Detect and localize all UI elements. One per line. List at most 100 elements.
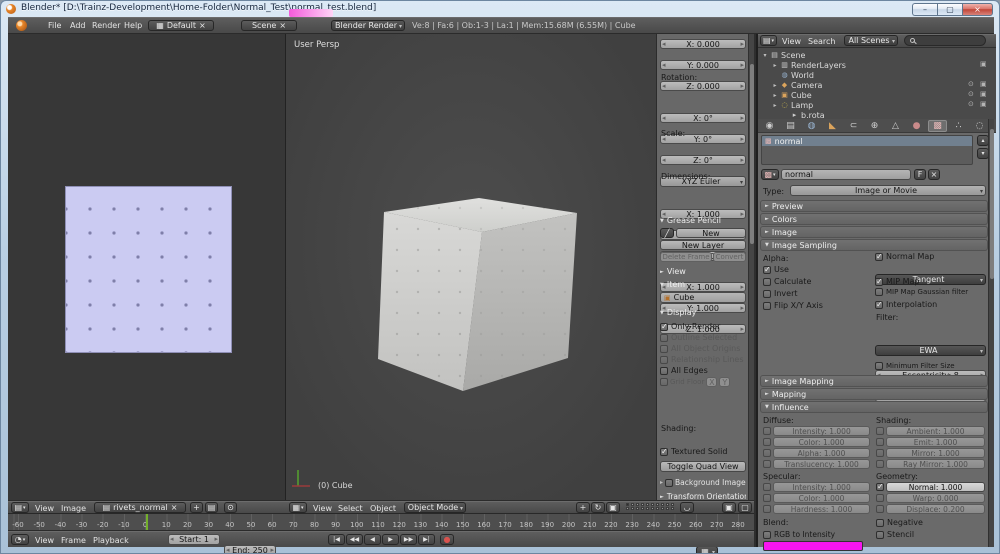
relationship-lines-checkbox[interactable] bbox=[660, 356, 668, 364]
checkbox[interactable] bbox=[763, 460, 771, 468]
outliner-menu-search[interactable]: Search bbox=[808, 37, 835, 46]
item-name-field[interactable]: ▣ Cube bbox=[660, 292, 746, 303]
layer-toggle[interactable] bbox=[666, 507, 669, 510]
specular-hardness-slider[interactable]: Hardness: 1.000 bbox=[773, 504, 870, 514]
menu-add[interactable]: Add bbox=[70, 21, 86, 30]
layer-toggle[interactable] bbox=[671, 507, 674, 510]
panel-mapping[interactable]: Mapping bbox=[760, 388, 988, 400]
expander-icon[interactable]: ▸ bbox=[772, 82, 778, 89]
jump-to-end-button[interactable]: ▶| bbox=[418, 534, 435, 545]
rotation-z-field[interactable]: Z: 0° bbox=[660, 155, 746, 165]
menu-help[interactable]: Help bbox=[124, 21, 142, 30]
outline-selected-checkbox[interactable] bbox=[660, 334, 668, 342]
play-reverse-button[interactable]: ◀ bbox=[364, 534, 381, 545]
translate-manipulator-icon[interactable]: + bbox=[576, 502, 590, 513]
maximize-button[interactable]: ▢ bbox=[937, 3, 962, 16]
mip-gauss-checkbox[interactable] bbox=[875, 288, 883, 296]
next-keyframe-button[interactable]: ▶▶ bbox=[400, 534, 417, 545]
opengl-render-icon[interactable]: ▣ bbox=[722, 502, 736, 513]
texture-slot-row-selected[interactable]: ▩ normal bbox=[762, 136, 972, 146]
ray-mirror-slider[interactable]: Ray Mirror: 1.000 bbox=[886, 459, 985, 469]
tab-physics[interactable]: ◌ bbox=[970, 120, 989, 132]
timeline-editor-type-button[interactable]: ◔ ▾ bbox=[11, 534, 29, 545]
textured-solid-checkbox[interactable] bbox=[660, 448, 668, 456]
timeline-menu-view[interactable]: View bbox=[35, 536, 54, 545]
outliner-editor-type-button[interactable]: ▤ ▾ bbox=[760, 35, 777, 46]
new-image-button[interactable]: + bbox=[190, 502, 203, 513]
outliner-item-cube[interactable]: ▸ ▣ Cube bbox=[772, 90, 812, 100]
normal-map-image[interactable] bbox=[65, 186, 232, 353]
mirror-slider[interactable]: Mirror: 1.000 bbox=[886, 448, 985, 458]
layer-toggle[interactable] bbox=[626, 503, 629, 506]
eye-icon[interactable]: ⊙ bbox=[968, 90, 974, 98]
diffuse-color-slider[interactable]: Color: 1.000 bbox=[773, 437, 870, 447]
outliner-scope-dropdown[interactable]: All Scenes bbox=[844, 35, 898, 46]
snap-magnet-icon[interactable]: ◡ bbox=[680, 502, 694, 513]
location-z-field[interactable]: Z: 0.000 bbox=[660, 81, 746, 91]
jump-to-start-button[interactable]: |◀ bbox=[328, 534, 345, 545]
uv-editor-type-button[interactable]: ▤ ▾ bbox=[11, 502, 29, 513]
mode-dropdown[interactable]: Object Mode bbox=[404, 502, 466, 513]
panel-view[interactable]: View bbox=[660, 267, 746, 276]
layer-toggle[interactable] bbox=[631, 503, 634, 506]
outliner-item-renderlayers[interactable]: ▸ ▥ RenderLayers bbox=[772, 60, 846, 70]
tab-particles[interactable]: ∴ bbox=[949, 120, 968, 132]
menu-file[interactable]: File bbox=[48, 21, 61, 30]
titlebar[interactable]: Blender* [D:\Trainz-Development\Home-Fol… bbox=[1, 1, 1000, 17]
invert-checkbox[interactable] bbox=[763, 290, 771, 298]
menu-render[interactable]: Render bbox=[92, 21, 120, 30]
rotate-manipulator-icon[interactable]: ↻ bbox=[591, 502, 605, 513]
background-images-checkbox[interactable] bbox=[665, 479, 673, 487]
new-layer-button[interactable]: New Layer bbox=[660, 240, 746, 250]
timeline-menu-frame[interactable]: Frame bbox=[61, 536, 86, 545]
all-object-origins-checkbox[interactable] bbox=[660, 345, 668, 353]
layer-toggle[interactable] bbox=[646, 507, 649, 510]
alpha-use-checkbox[interactable] bbox=[763, 266, 771, 274]
image-datablock[interactable]: ▤ rivets_normal × bbox=[94, 502, 186, 513]
outliner-item-scene[interactable]: ▾ ▤ Scene bbox=[762, 50, 805, 60]
specular-intensity-slider[interactable]: Intensity: 1.000 bbox=[773, 482, 870, 492]
only-render-checkbox[interactable] bbox=[660, 323, 668, 331]
record-button[interactable]: ● bbox=[440, 534, 454, 545]
properties-scrollbar-thumb[interactable] bbox=[990, 129, 994, 279]
layer-toggle[interactable] bbox=[661, 503, 664, 506]
browse-image-icon[interactable]: ▤ bbox=[103, 503, 111, 512]
normal-slider[interactable]: Normal: 1.000 bbox=[886, 482, 985, 492]
outliner-item-action[interactable]: ▸ b.rota bbox=[782, 110, 825, 119]
mip-map-checkbox[interactable] bbox=[875, 278, 883, 286]
warp-slider[interactable]: Warp: 0.000 bbox=[886, 493, 985, 503]
outliner-item-world[interactable]: ◍ World bbox=[772, 70, 814, 80]
layer-toggle[interactable] bbox=[646, 503, 649, 506]
play-button[interactable]: ▶ bbox=[382, 534, 399, 545]
v3d-menu-view[interactable]: View bbox=[313, 504, 332, 513]
filter-type-dropdown[interactable]: EWA bbox=[875, 345, 986, 356]
panel-colors[interactable]: Colors bbox=[760, 213, 988, 225]
uv-menu-view[interactable]: View bbox=[35, 504, 54, 513]
specular-color-slider[interactable]: Color: 1.000 bbox=[773, 493, 870, 503]
tab-material[interactable]: ● bbox=[907, 120, 926, 132]
location-y-field[interactable]: Y: 0.000 bbox=[660, 60, 746, 70]
checkbox[interactable] bbox=[876, 505, 884, 513]
checkbox[interactable] bbox=[763, 449, 771, 457]
panel-image-mapping[interactable]: Image Mapping bbox=[760, 375, 988, 387]
snap-element-dropdown[interactable]: ▦ bbox=[696, 546, 718, 554]
panel-item[interactable]: Item bbox=[660, 280, 746, 289]
toggle-quad-view-button[interactable]: Toggle Quad View bbox=[660, 461, 746, 472]
layer-toggle[interactable] bbox=[656, 507, 659, 510]
checkbox[interactable] bbox=[876, 460, 884, 468]
pin-icon[interactable]: ⊙ bbox=[224, 502, 237, 513]
timeline-ruler[interactable]: -60-50-40-30-20-100102030405060708090100… bbox=[8, 513, 754, 530]
layer-toggle[interactable] bbox=[651, 503, 654, 506]
panel-preview[interactable]: Preview bbox=[760, 200, 988, 212]
uv-image-editor-canvas[interactable] bbox=[8, 34, 286, 500]
rgb-to-intensity-checkbox[interactable] bbox=[763, 531, 771, 539]
ambient-slider[interactable]: Ambient: 1.000 bbox=[886, 426, 985, 436]
checkbox[interactable] bbox=[876, 449, 884, 457]
layer-toggle[interactable] bbox=[661, 507, 664, 510]
v3d-menu-object[interactable]: Object bbox=[370, 504, 396, 513]
unlink-texture-button[interactable]: × bbox=[928, 169, 940, 180]
timeline-menu-playback[interactable]: Playback bbox=[93, 536, 129, 545]
min-filter-checkbox[interactable] bbox=[875, 362, 883, 370]
displace-slider[interactable]: Displace: 0.200 bbox=[886, 504, 985, 514]
close-button[interactable]: × bbox=[962, 3, 993, 16]
